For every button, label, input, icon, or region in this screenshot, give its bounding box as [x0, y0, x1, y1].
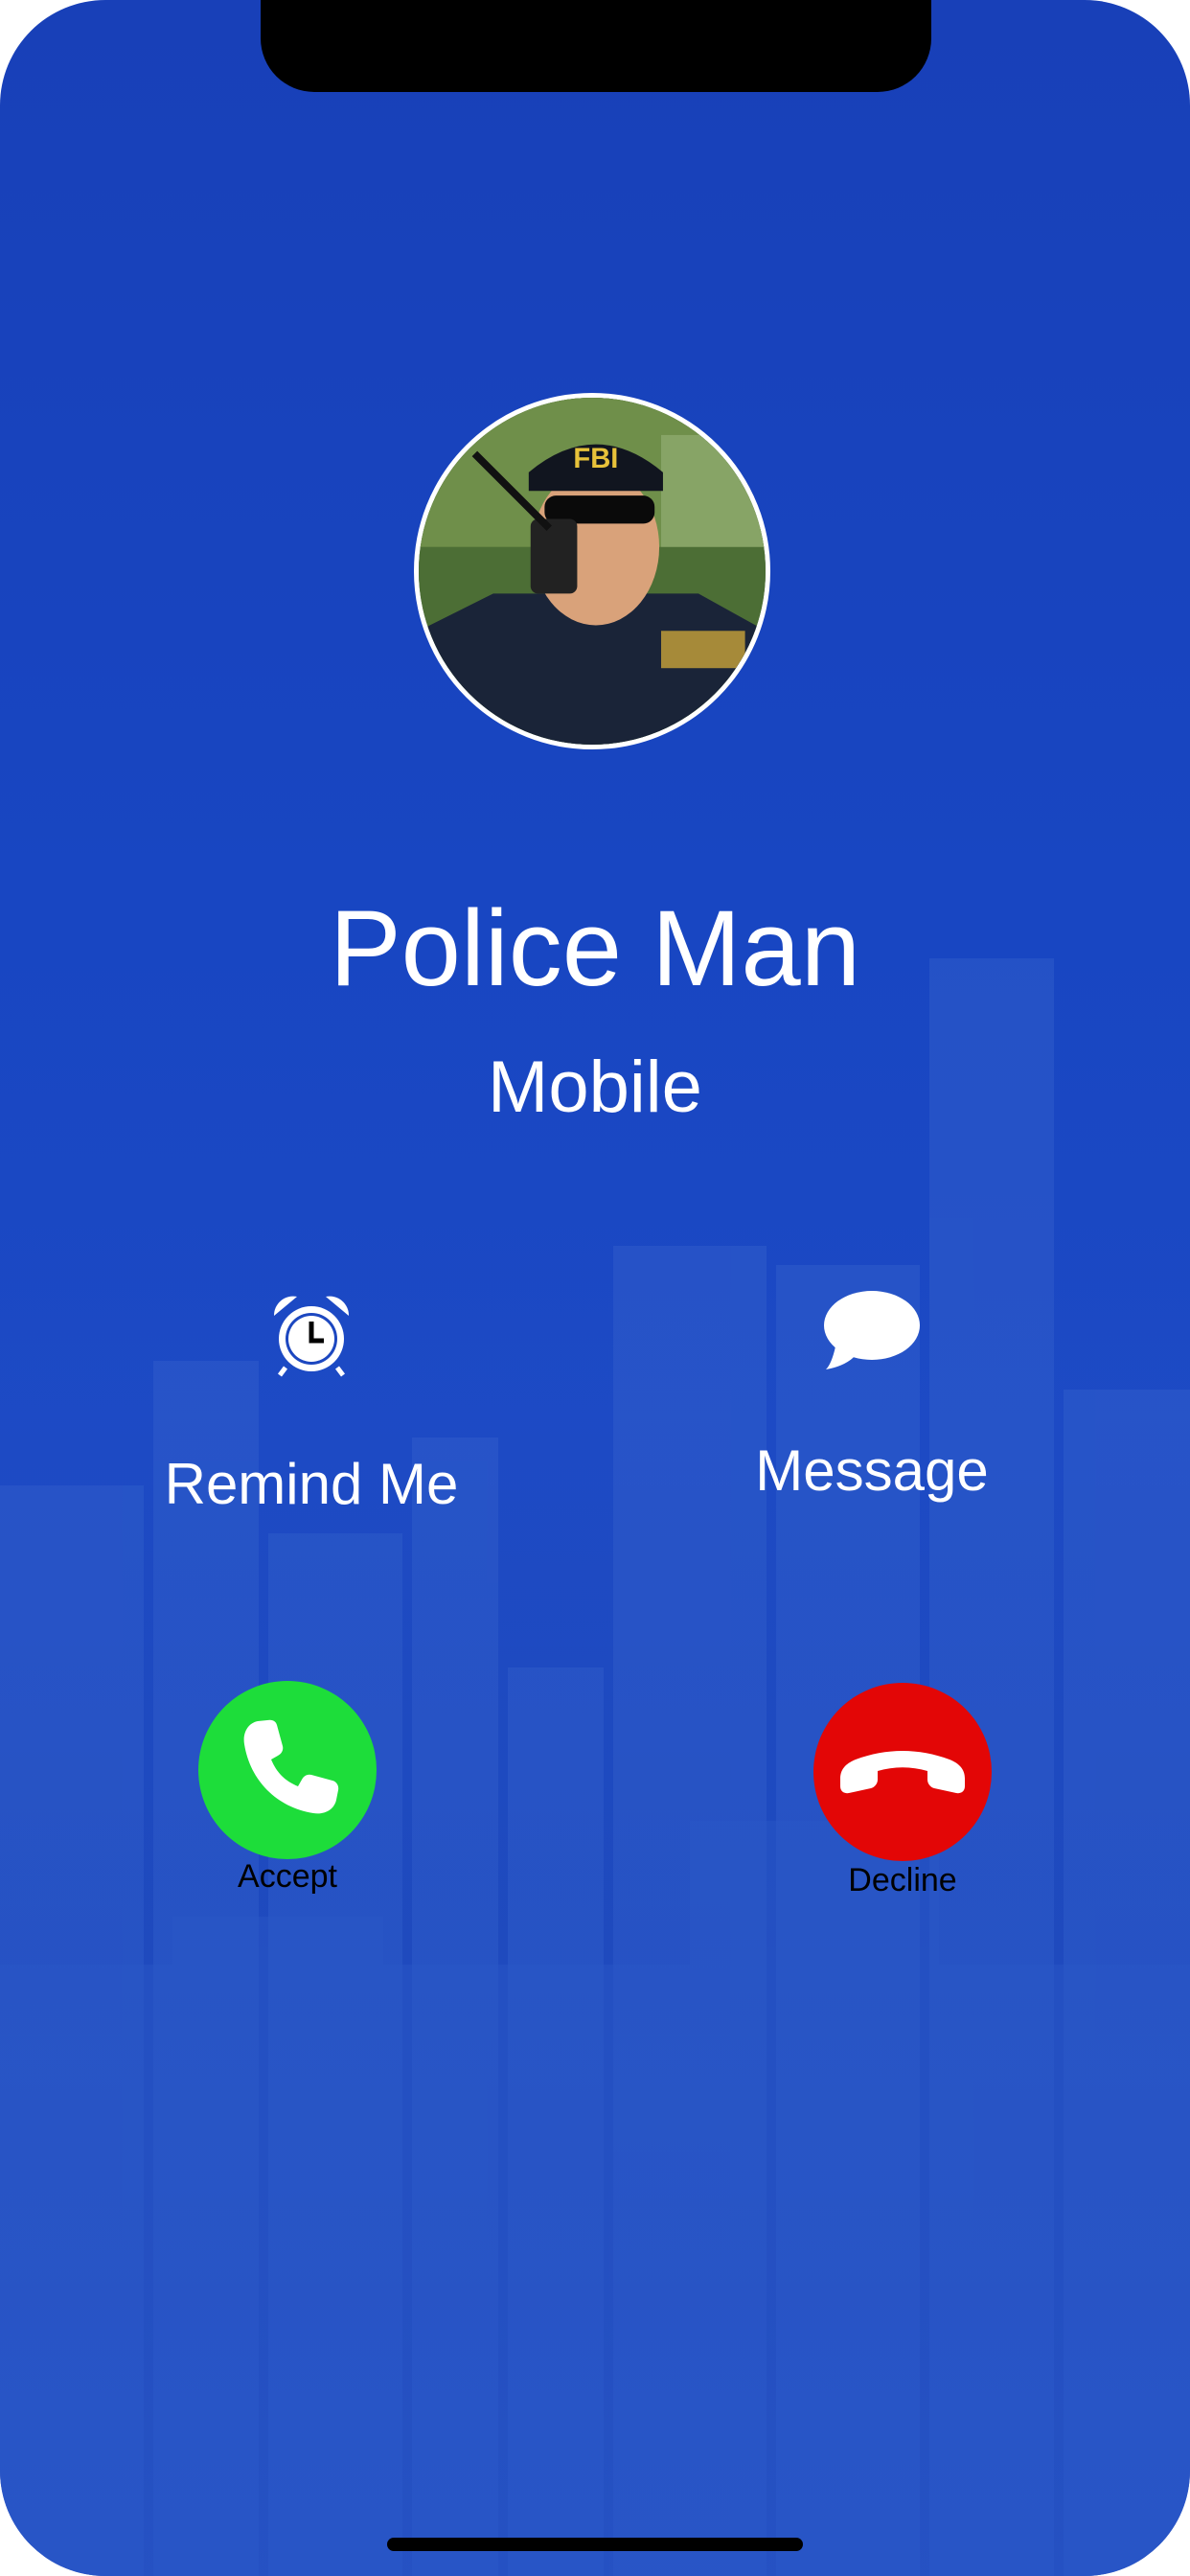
incoming-call-screen: FBI Police Man Mobile Remind Me Message … — [0, 0, 1190, 2576]
home-indicator[interactable] — [387, 2538, 803, 2551]
caller-photo: FBI — [419, 398, 766, 745]
decline-call-button[interactable] — [813, 1683, 992, 1861]
accept-call-button[interactable] — [198, 1681, 377, 1859]
svg-text:FBI: FBI — [573, 444, 618, 474]
remind-me-label: Remind Me — [164, 1452, 459, 1516]
alarm-clock-icon — [273, 1296, 350, 1377]
message-button[interactable]: Message — [699, 1289, 1044, 1505]
remind-me-button[interactable]: Remind Me — [134, 1289, 489, 1518]
city-skyline-background — [0, 958, 1190, 2576]
accept-label: Accept — [238, 1858, 337, 1895]
phone-icon — [243, 1719, 339, 1814]
caller-name: Police Man — [329, 888, 861, 1008]
caller-avatar: FBI — [414, 393, 770, 749]
caller-label: Mobile — [488, 1046, 702, 1128]
speech-bubble-icon — [824, 1291, 920, 1369]
device-notch — [261, 0, 931, 92]
message-label: Message — [755, 1438, 989, 1503]
decline-label: Decline — [848, 1862, 957, 1898]
phone-hangup-icon — [840, 1751, 965, 1794]
